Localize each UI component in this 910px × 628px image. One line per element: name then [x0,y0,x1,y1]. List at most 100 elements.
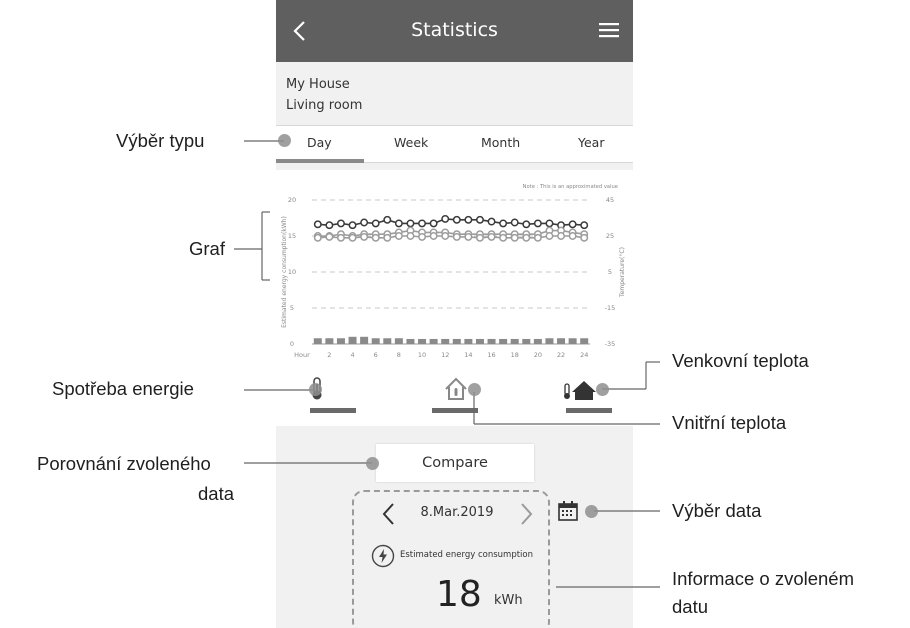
indoor-temperature-line-2-point [510,233,519,242]
outdoor-temperature-line-point [510,218,519,227]
indoor-temperature-line-2-point [580,233,589,242]
y-left-tick-label: 0 [290,340,294,348]
lightning-icon [371,544,395,568]
tab-day[interactable]: Day [307,135,332,150]
previous-date-icon[interactable] [379,499,399,529]
chart-card: 0 5 10 15 20 -35 -15 5 25 45 Estimated energy cons… [276,170,633,426]
callout-compare-line1: Porovnání zvoleného [37,453,211,474]
outdoor-temperature-line-point [360,218,369,227]
energy-legend-bar [310,408,356,413]
outdoor-temperature-line-point [418,219,426,228]
indoor-temperature-line-2-point [337,233,345,242]
y-right-axis-label: Temperature(°C) [619,247,626,298]
energy-bar [371,338,380,344]
indoor-temperature-line-2-point [406,232,415,240]
x-tick-label: 12 [441,351,449,359]
outdoor-temperature-line-point [394,219,403,228]
energy-bar [394,338,403,344]
outdoor-temperature-line-point [487,217,496,226]
indoor-temperature-line-2-point [360,232,369,241]
x-tick-label: 18 [511,351,519,359]
energy-bar [406,338,415,344]
marker-dot [468,383,481,396]
energy-bar [429,338,438,344]
y-left-axis-label: Estimated energy consumption(kWh) [281,216,288,328]
indoor-temperature-line-2-point [533,233,542,242]
indoor-legend-bar [432,408,478,413]
outdoor-temperature-line-point [441,214,450,223]
house-temperature-icon[interactable] [443,376,469,402]
indoor-temperature-line-2-point [394,232,403,240]
energy-bar [533,338,542,344]
indoor-temperature-line [317,229,585,237]
outdoor-temperature-line-point [383,215,392,224]
energy-bar [545,338,554,344]
x-tick-label: 6 [374,351,378,359]
y-left-tick-label: 15 [288,232,296,240]
callout-indoor-temp: Vnitřní teplota [672,412,787,433]
marker-dot [309,383,322,396]
callout-info-line1: Informace o zvoleném [672,568,855,589]
y-right-tick-label: 45 [606,196,614,204]
indoor-temperature-line-2-point [487,232,496,241]
indoor-temperature-line-2-point [568,232,577,240]
tab-selected-indicator [276,159,364,163]
callout-compare-line2: data [198,483,235,504]
calendar-icon[interactable] [557,500,579,522]
energy-bar [464,338,473,344]
y-right-tick-label: -35 [605,340,616,348]
energy-bar [499,338,508,344]
compare-button[interactable]: Compare [376,444,534,482]
outdoor-temperature-line-point [476,215,484,224]
tab-week[interactable]: Week [394,135,428,150]
room-name: Living room [286,98,363,113]
location-info: My House Living room [286,74,362,116]
x-tick-label: 22 [557,351,565,359]
energy-bar [418,338,427,344]
outdoor-temperature-line-point [545,219,554,228]
x-tick-label: 24 [580,351,588,359]
energy-bar [383,338,392,344]
outdoor-temperature-line-point [580,221,589,230]
x-tick-label: 2 [327,351,331,359]
phone-screen: Statistics My House Living room Day Week… [276,0,633,628]
indoor-temperature-line-2-point [348,233,357,242]
outdoor-temperature-line-point [499,219,508,228]
marker-dot [278,134,291,147]
next-date-icon[interactable] [516,499,536,529]
energy-bar [568,338,577,344]
callout-info-line2: datu [672,596,709,617]
outdoor-temperature-line-point [452,215,461,224]
outdoor-temperature-line-point [348,221,357,230]
x-axis-label: Hour [294,351,310,359]
energy-bar [475,338,484,344]
energy-bar [510,338,519,344]
indoor-temperature-line-2-point [441,232,450,240]
callout-type-select: Výběr typu [116,130,205,151]
hamburger-menu-icon[interactable] [598,20,620,40]
energy-bar [452,338,461,344]
outdoor-temperature-line-point [313,220,322,229]
marker-dot [366,457,379,470]
x-tick-label: 10 [418,351,426,359]
callout-graph: Graf [189,238,225,259]
y-right-tick-label: 25 [606,232,614,240]
outdoor-temperature-line-point [337,219,345,228]
marker-dot [585,505,598,518]
selected-date: 8.Mar.2019 [420,505,494,520]
callout-energy-consumption: Spotřeba energie [52,378,194,399]
indoor-temperature-line-2-point [522,233,531,242]
house-name: My House [286,77,350,92]
energy-bar [348,336,357,344]
outdoor-temperature-icon[interactable] [562,376,598,402]
indoor-temperature-line-2-point [545,232,554,240]
energy-value: 18 [436,574,482,615]
outdoor-temperature-line [317,218,585,227]
compare-label: Compare [422,455,488,471]
callout-outdoor-temp: Venkovní teplota [672,350,809,371]
tab-month[interactable]: Month [481,135,520,150]
energy-label: Estimated energy consumption [400,550,533,560]
outdoor-temperature-line-point [325,221,334,230]
outdoor-temperature-line-point [522,220,531,229]
tab-year[interactable]: Year [578,135,604,150]
